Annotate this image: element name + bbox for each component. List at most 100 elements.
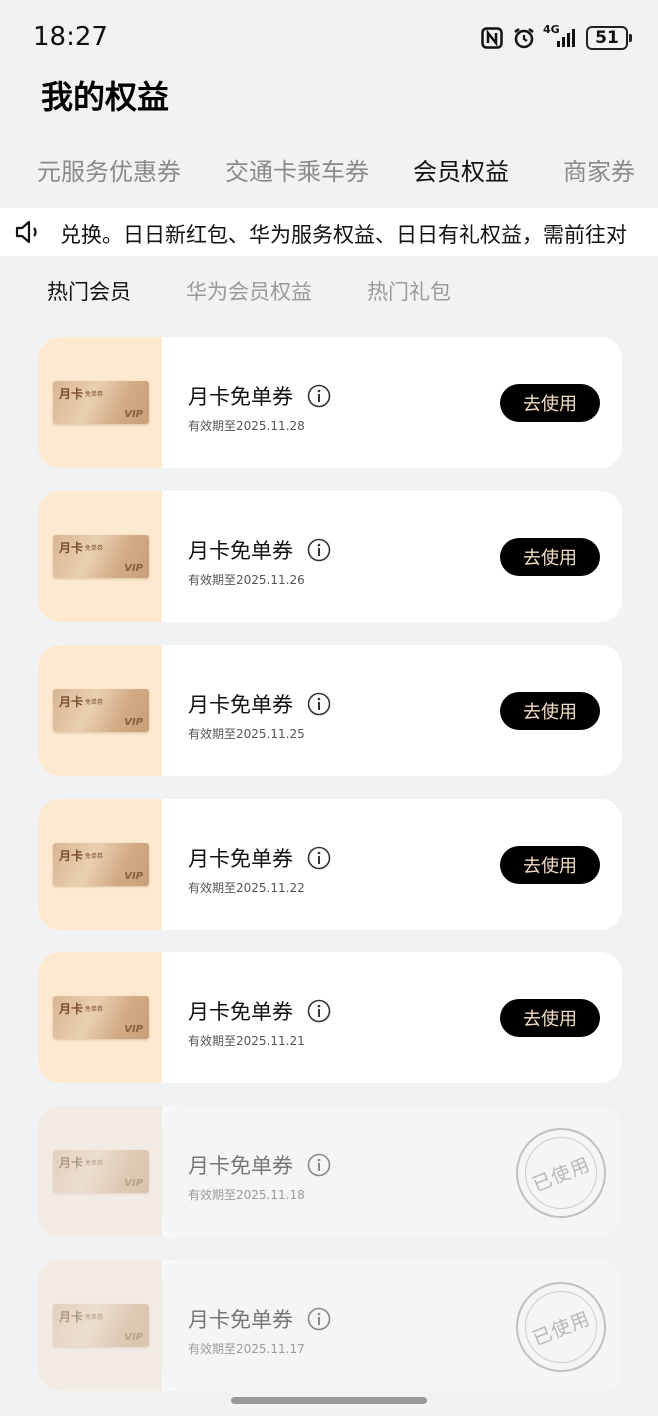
coupon-image-sub-label: 免单券 — [85, 1160, 104, 1167]
subtab-huawei-member-benefits[interactable]: 华为会员权益 — [186, 276, 312, 306]
used-stamp-label: 已使用 — [529, 1152, 594, 1196]
subtab-popular-gift-packs[interactable]: 热门礼包 — [367, 276, 451, 306]
nfc-icon — [481, 27, 503, 49]
coupon-image-vip-label: VIP — [124, 871, 143, 882]
tab-yuan-service-coupons[interactable]: 元服务优惠券 — [37, 152, 181, 187]
vip-coupon-image: 月卡 免单券 VIP — [53, 535, 149, 578]
use-coupon-button[interactable]: 去使用 — [500, 538, 600, 576]
use-coupon-button[interactable]: 去使用 — [500, 692, 600, 730]
coupon-card[interactable]: 月卡 免单券 VIP 月卡免单券 有效期至2025.11.28 去使用 — [38, 337, 622, 468]
use-coupon-button[interactable]: 去使用 — [500, 999, 600, 1037]
coupon-image-vip-label: VIP — [124, 1024, 143, 1035]
vip-coupon-image: 月卡 免单券 VIP — [53, 996, 149, 1039]
vip-coupon-image: 月卡 免单券 VIP — [53, 689, 149, 732]
coupon-body: 月卡免单券 有效期至2025.11.22 去使用 — [162, 799, 622, 930]
coupon-expiry: 有效期至2025.11.21 — [188, 1034, 305, 1048]
coupon-expiry: 有效期至2025.11.26 — [188, 573, 305, 587]
vip-coupon-image: 月卡 免单券 VIP — [53, 843, 149, 886]
coupon-image-main-label: 月卡 — [59, 541, 84, 555]
coupon-expiry: 有效期至2025.11.28 — [188, 419, 305, 433]
coupon-image-sub-label: 免单券 — [85, 853, 104, 860]
vip-coupon-image: 月卡 免单券 VIP — [53, 1304, 149, 1347]
coupon-body: 月卡免单券 有效期至2025.11.25 去使用 — [162, 645, 622, 776]
speaker-icon — [14, 219, 48, 249]
home-indicator[interactable] — [231, 1397, 427, 1404]
coupon-title: 月卡免单券 — [188, 539, 293, 563]
coupon-card[interactable]: 月卡 免单券 VIP 月卡免单券 有效期至2025.11.18 已使用 — [38, 1106, 622, 1237]
notice-bar[interactable]: 兑换。日日新红包、华为服务权益、日日有礼权益，需前往对 — [0, 208, 658, 256]
coupon-image-vip-label: VIP — [124, 409, 143, 420]
info-icon[interactable] — [307, 999, 331, 1023]
coupon-title: 月卡免单券 — [188, 385, 293, 409]
coupon-image-main-label: 月卡 — [59, 1156, 84, 1170]
coupon-card[interactable]: 月卡 免单券 VIP 月卡免单券 有效期至2025.11.22 去使用 — [38, 799, 622, 930]
coupon-title: 月卡免单券 — [188, 1308, 293, 1332]
info-icon[interactable] — [307, 692, 331, 716]
used-stamp: 已使用 — [516, 1282, 606, 1372]
coupon-image-sub-label: 免单券 — [85, 699, 104, 706]
coupon-image-main-label: 月卡 — [59, 695, 84, 709]
coupon-image-vip-label: VIP — [124, 1178, 143, 1189]
tab-transit-card-coupons[interactable]: 交通卡乘车券 — [225, 152, 369, 187]
coupon-image-vip-label: VIP — [124, 1332, 143, 1343]
coupon-image-sub-label: 免单券 — [85, 391, 104, 398]
battery-indicator: 51 — [586, 26, 632, 50]
coupon-image-sub-label: 免单券 — [85, 1006, 104, 1013]
coupon-expiry: 有效期至2025.11.25 — [188, 727, 305, 741]
coupon-body: 月卡免单券 有效期至2025.11.28 去使用 — [162, 337, 622, 468]
coupon-expiry: 有效期至2025.11.17 — [188, 1342, 305, 1356]
status-icons: 4G 51 — [481, 23, 632, 50]
use-coupon-button[interactable]: 去使用 — [500, 384, 600, 422]
alarm-icon — [512, 26, 536, 50]
tab-bar: 元服务优惠券 交通卡乘车券 会员权益 商家券 — [0, 152, 658, 192]
info-icon[interactable] — [307, 384, 331, 408]
coupon-thumbnail: 月卡 免单券 VIP — [38, 799, 162, 930]
coupon-image-main-label: 月卡 — [59, 387, 84, 401]
status-time: 18:27 — [33, 22, 108, 52]
coupon-image-main-label: 月卡 — [59, 1310, 84, 1324]
info-icon[interactable] — [307, 846, 331, 870]
coupon-card[interactable]: 月卡 免单券 VIP 月卡免单券 有效期至2025.11.25 去使用 — [38, 645, 622, 776]
coupon-thumbnail: 月卡 免单券 VIP — [38, 337, 162, 468]
coupon-expiry: 有效期至2025.11.18 — [188, 1188, 305, 1202]
tab-member-benefits[interactable]: 会员权益 — [413, 152, 509, 187]
info-icon[interactable] — [307, 1153, 331, 1177]
used-stamp: 已使用 — [516, 1128, 606, 1218]
coupon-thumbnail: 月卡 免单券 VIP — [38, 491, 162, 622]
coupon-image-main-label: 月卡 — [59, 849, 84, 863]
coupon-image-main-label: 月卡 — [59, 1002, 84, 1016]
info-icon[interactable] — [307, 538, 331, 562]
coupon-thumbnail: 月卡 免单券 VIP — [38, 952, 162, 1083]
notice-text: 兑换。日日新红包、华为服务权益、日日有礼权益，需前往对 — [60, 223, 627, 247]
coupon-thumbnail: 月卡 免单券 VIP — [38, 1260, 162, 1391]
use-coupon-button[interactable]: 去使用 — [500, 846, 600, 884]
coupon-image-sub-label: 免单券 — [85, 545, 104, 552]
coupon-card[interactable]: 月卡 免单券 VIP 月卡免单券 有效期至2025.11.21 去使用 — [38, 952, 622, 1083]
network-type: 4G — [543, 23, 560, 36]
coupon-image-vip-label: VIP — [124, 717, 143, 728]
coupon-title: 月卡免单券 — [188, 693, 293, 717]
coupon-expiry: 有效期至2025.11.22 — [188, 881, 305, 895]
coupon-body: 月卡免单券 有效期至2025.11.26 去使用 — [162, 491, 622, 622]
status-bar: 18:27 4G 51 — [0, 0, 658, 78]
subtab-popular-members[interactable]: 热门会员 — [47, 276, 131, 306]
coupon-image-vip-label: VIP — [124, 563, 143, 574]
coupon-card[interactable]: 月卡 免单券 VIP 月卡免单券 有效期至2025.11.26 去使用 — [38, 491, 622, 622]
coupon-body: 月卡免单券 有效期至2025.11.21 去使用 — [162, 952, 622, 1083]
vip-coupon-image: 月卡 免单券 VIP — [53, 381, 149, 424]
coupon-thumbnail: 月卡 免单券 VIP — [38, 645, 162, 776]
coupon-thumbnail: 月卡 免单券 VIP — [38, 1106, 162, 1237]
coupon-body: 月卡免单券 有效期至2025.11.17 已使用 — [162, 1260, 622, 1391]
coupon-title: 月卡免单券 — [188, 847, 293, 871]
tab-merchant-coupons[interactable]: 商家券 — [563, 152, 635, 187]
coupon-title: 月卡免单券 — [188, 1154, 293, 1178]
coupon-title: 月卡免单券 — [188, 1000, 293, 1024]
coupon-card[interactable]: 月卡 免单券 VIP 月卡免单券 有效期至2025.11.17 已使用 — [38, 1260, 622, 1391]
coupon-image-sub-label: 免单券 — [85, 1314, 104, 1321]
subtab-bar: 热门会员 华为会员权益 热门礼包 — [0, 276, 658, 308]
info-icon[interactable] — [307, 1307, 331, 1331]
page-title: 我的权益 — [41, 78, 170, 116]
coupon-body: 月卡免单券 有效期至2025.11.18 已使用 — [162, 1106, 622, 1237]
vip-coupon-image: 月卡 免单券 VIP — [53, 1150, 149, 1193]
signal-icon: 4G — [543, 23, 577, 49]
